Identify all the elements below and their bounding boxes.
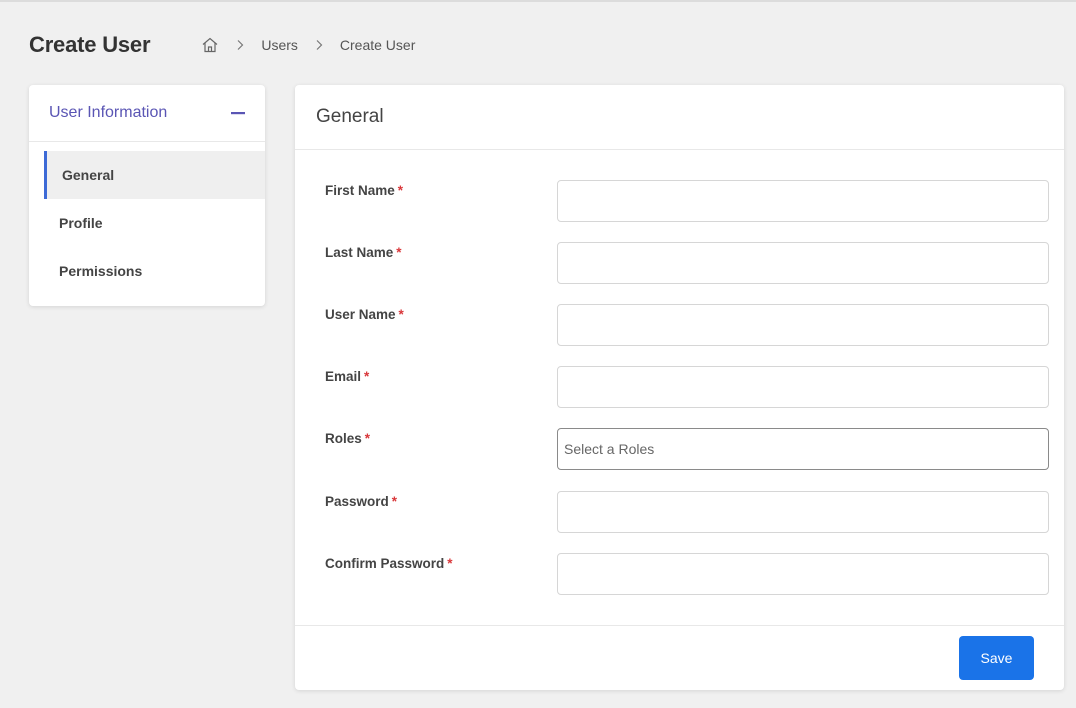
email-input[interactable] [557, 366, 1049, 408]
user-name-row: User Name * [295, 304, 1064, 346]
roles-select[interactable]: Select a Roles [557, 428, 1049, 470]
first-name-row: First Name * [295, 180, 1064, 222]
required-mark: * [391, 494, 398, 509]
form-footer: Save [295, 625, 1064, 690]
minus-icon[interactable] [231, 106, 245, 120]
confirm-password-input[interactable] [557, 553, 1049, 595]
confirm-password-row: Confirm Password * [295, 553, 1064, 595]
confirm-password-label: Confirm Password * [325, 556, 453, 571]
roles-row: Roles * Select a Roles [295, 428, 1064, 470]
breadcrumb-current: Create User [339, 37, 416, 53]
form-card-title: General [295, 85, 1064, 150]
required-mark: * [447, 556, 453, 571]
email-label: Email * [325, 369, 370, 384]
user-name-label: User Name * [325, 307, 404, 322]
breadcrumb-users-link[interactable]: Users [261, 37, 298, 53]
roles-label: Roles * [325, 431, 371, 446]
required-mark: * [364, 431, 371, 446]
last-name-row: Last Name * [295, 242, 1064, 284]
save-button[interactable]: Save [959, 636, 1034, 680]
password-input[interactable] [557, 491, 1049, 533]
required-mark: * [396, 245, 402, 260]
page-title: Create User [29, 32, 151, 57]
password-label: Password * [325, 494, 398, 509]
page-header: Create User Users Create User [29, 30, 415, 60]
chevron-right-icon [234, 39, 246, 51]
required-mark: * [398, 307, 404, 322]
chevron-right-icon [313, 39, 325, 51]
required-mark: * [364, 369, 370, 384]
user-form: First Name * Last Name * User Name * Email *… [295, 150, 1064, 595]
general-form-card: General First Name * Last Name * User Name… [295, 85, 1064, 690]
first-name-label: First Name * [325, 183, 404, 198]
user-information-panel: User Information General Profile Permiss… [29, 85, 265, 306]
last-name-label: Last Name * [325, 245, 402, 260]
first-name-input[interactable] [557, 180, 1049, 222]
sidebar-item-permissions[interactable]: Permissions [29, 247, 265, 295]
user-information-title: User Information [49, 104, 168, 121]
password-row: Password * [295, 491, 1064, 533]
email-row: Email * [295, 366, 1064, 408]
sidebar-item-profile[interactable]: Profile [29, 199, 265, 247]
sidebar-item-general[interactable]: General [44, 151, 265, 199]
sidebar-nav: General Profile Permissions [29, 142, 265, 295]
user-information-header[interactable]: User Information [29, 85, 265, 142]
required-mark: * [397, 183, 404, 198]
last-name-input[interactable] [557, 242, 1049, 284]
breadcrumb: Users Create User [201, 36, 415, 54]
home-icon[interactable] [201, 36, 219, 54]
user-name-input[interactable] [557, 304, 1049, 346]
